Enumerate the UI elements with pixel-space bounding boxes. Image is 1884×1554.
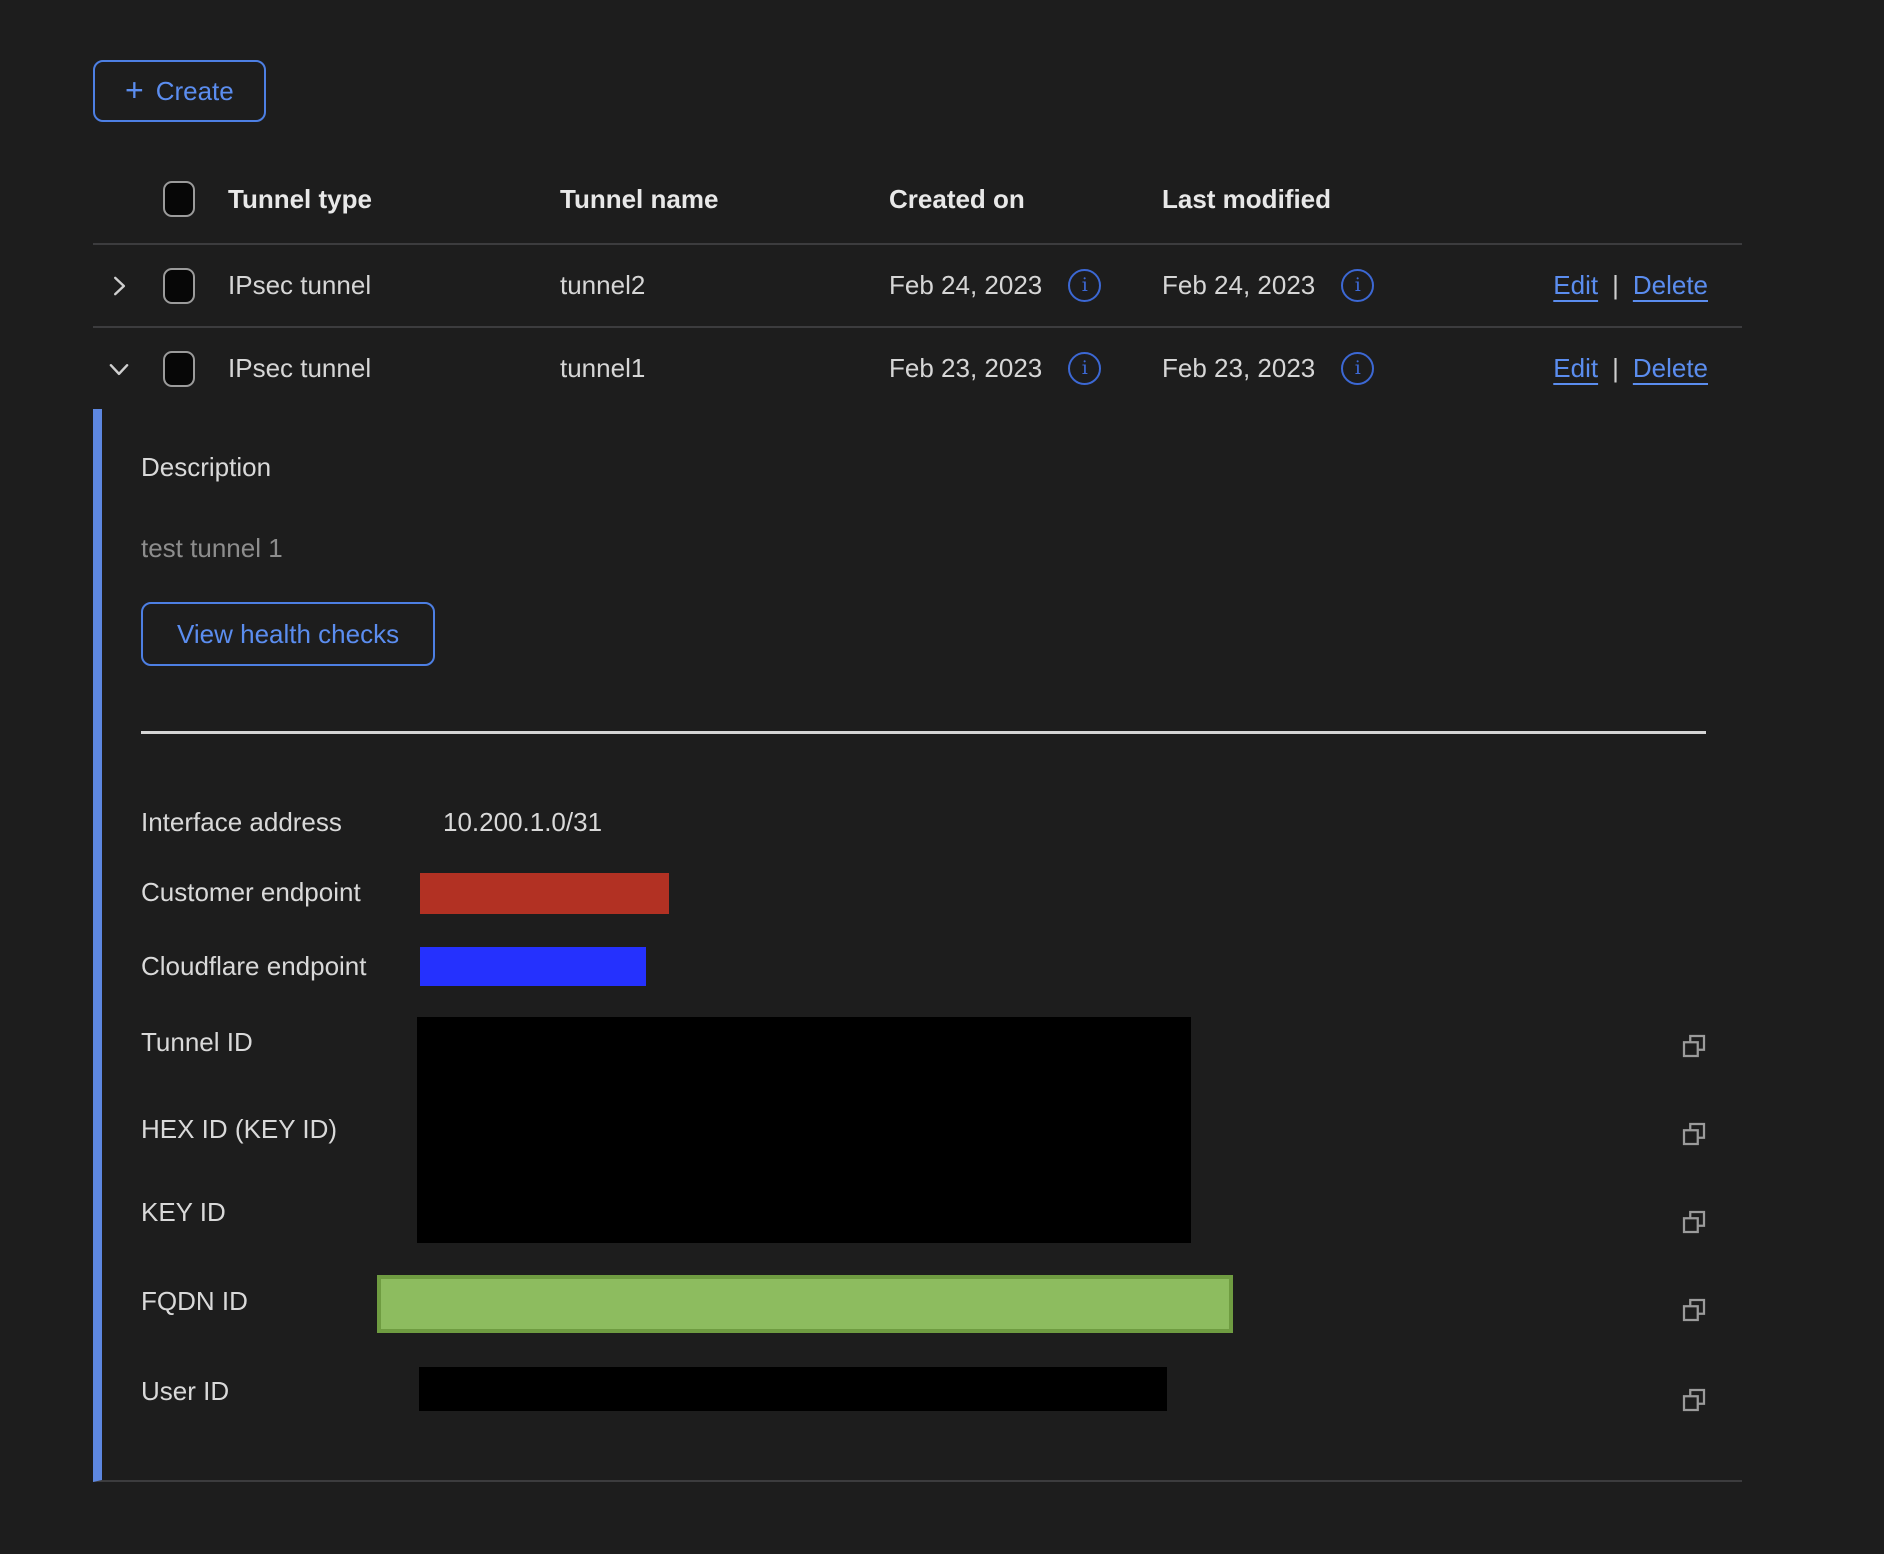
- edit-link[interactable]: Edit: [1553, 270, 1598, 301]
- fqdn-id-label: FQDN ID: [141, 1286, 248, 1316]
- interface-address-label: Interface address: [141, 807, 342, 837]
- tunnel-type-value: IPsec tunnel: [228, 245, 371, 326]
- info-icon[interactable]: i: [1341, 352, 1374, 385]
- edit-link[interactable]: Edit: [1553, 353, 1598, 384]
- copy-fqdn-id-button[interactable]: [1679, 1295, 1709, 1325]
- copy-icon: [1679, 1385, 1709, 1415]
- header-last-modified: Last modified: [1162, 155, 1331, 243]
- plus-icon: +: [125, 74, 144, 106]
- tunnel-id-label: Tunnel ID: [141, 1027, 253, 1057]
- row-checkbox[interactable]: [163, 268, 195, 304]
- create-button[interactable]: + Create: [93, 60, 266, 122]
- created-on-value: Feb 24, 2023: [889, 270, 1042, 301]
- user-id-label: User ID: [141, 1376, 229, 1406]
- copy-tunnel-id-button[interactable]: [1679, 1031, 1709, 1061]
- action-separator: |: [1612, 270, 1619, 301]
- copy-icon: [1679, 1207, 1709, 1237]
- key-id-label: KEY ID: [141, 1197, 226, 1227]
- collapse-row-button[interactable]: [106, 356, 132, 382]
- row-checkbox[interactable]: [163, 351, 195, 387]
- customer-endpoint-label: Customer endpoint: [141, 877, 361, 907]
- cloudflare-endpoint-label: Cloudflare endpoint: [141, 951, 367, 981]
- ids-redacted-block: [417, 1017, 1191, 1243]
- cloudflare-endpoint-redacted-value: [420, 947, 646, 986]
- copy-icon: [1679, 1295, 1709, 1325]
- description-label: Description: [141, 452, 271, 482]
- table-header-row: Tunnel type Tunnel name Created on Last …: [93, 155, 1742, 245]
- tunnel-name-value: tunnel1: [560, 328, 645, 409]
- header-created-on: Created on: [889, 155, 1025, 243]
- delete-link[interactable]: Delete: [1633, 353, 1708, 384]
- create-button-label: Create: [156, 76, 234, 107]
- created-on-value: Feb 23, 2023: [889, 353, 1042, 384]
- copy-icon: [1679, 1119, 1709, 1149]
- chevron-down-icon: [106, 356, 132, 382]
- select-all-checkbox[interactable]: [163, 181, 195, 217]
- last-modified-value: Feb 24, 2023: [1162, 270, 1315, 301]
- fqdn-id-redacted-value: [377, 1275, 1233, 1333]
- tunnel-detail-panel: Description test tunnel 1 View health ch…: [93, 409, 1742, 1482]
- info-icon[interactable]: i: [1068, 352, 1101, 385]
- expand-row-button[interactable]: [106, 273, 132, 299]
- table-row-tunnel2: IPsec tunnel tunnel2 Feb 24, 2023 i Feb …: [93, 245, 1742, 328]
- interface-address-value: 10.200.1.0/31: [443, 807, 602, 837]
- description-value: test tunnel 1: [141, 533, 283, 563]
- copy-user-id-button[interactable]: [1679, 1385, 1709, 1415]
- chevron-right-icon: [106, 273, 132, 299]
- hex-id-label: HEX ID (KEY ID): [141, 1114, 337, 1144]
- view-health-checks-button[interactable]: View health checks: [141, 602, 435, 666]
- section-divider: [141, 731, 1706, 734]
- copy-icon: [1679, 1031, 1709, 1061]
- header-tunnel-name: Tunnel name: [560, 155, 718, 243]
- user-id-redacted-value: [419, 1367, 1167, 1411]
- tunnels-table: Tunnel type Tunnel name Created on Last …: [93, 155, 1742, 1482]
- last-modified-value: Feb 23, 2023: [1162, 353, 1315, 384]
- header-tunnel-type: Tunnel type: [228, 155, 372, 243]
- tunnels-page: + Create Tunnel type Tunnel name Created…: [0, 0, 1884, 1554]
- action-separator: |: [1612, 353, 1619, 384]
- copy-key-id-button[interactable]: [1679, 1207, 1709, 1237]
- tunnel-type-value: IPsec tunnel: [228, 328, 371, 409]
- copy-hex-id-button[interactable]: [1679, 1119, 1709, 1149]
- table-row-tunnel1: IPsec tunnel tunnel1 Feb 23, 2023 i Feb …: [93, 328, 1742, 409]
- delete-link[interactable]: Delete: [1633, 270, 1708, 301]
- customer-endpoint-redacted-value: [420, 873, 669, 914]
- info-icon[interactable]: i: [1068, 269, 1101, 302]
- tunnel-name-value: tunnel2: [560, 245, 645, 326]
- info-icon[interactable]: i: [1341, 269, 1374, 302]
